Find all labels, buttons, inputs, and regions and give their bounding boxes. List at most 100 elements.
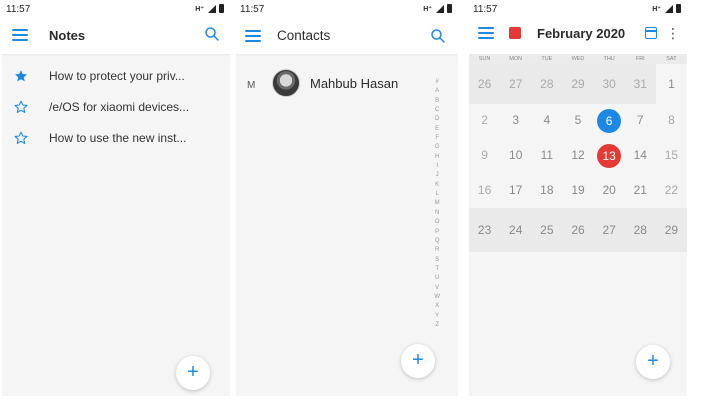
- calendar-day[interactable]: 10: [500, 138, 531, 173]
- calendar-day[interactable]: 9: [469, 138, 500, 173]
- list-item[interactable]: How to use the new inst...: [2, 124, 230, 155]
- list-item[interactable]: /e/OS for xiaomi devices...: [2, 93, 230, 124]
- alphabet-index-letter[interactable]: A: [435, 87, 439, 96]
- weekday-label: SAT: [666, 56, 677, 62]
- alphabet-index[interactable]: # A B C D E F G H I J K L M N O P Q R S T U V W X Y Z: [434, 78, 440, 330]
- weekday-label: WED: [571, 56, 585, 62]
- alphabet-index-letter[interactable]: P: [435, 228, 439, 237]
- menu-icon[interactable]: [12, 29, 28, 41]
- search-icon[interactable]: [430, 28, 446, 44]
- alphabet-index-letter[interactable]: B: [435, 97, 439, 106]
- calendar-day[interactable]: 11: [531, 138, 562, 173]
- alphabet-index-letter[interactable]: E: [435, 125, 439, 134]
- calendar-day[interactable]: 27: [500, 64, 532, 104]
- signal-icon: [665, 4, 673, 13]
- calendar-day[interactable]: 26: [562, 208, 593, 252]
- calendar-day[interactable]: 16: [469, 173, 500, 208]
- alphabet-index-letter[interactable]: T: [435, 265, 439, 274]
- calendar-day[interactable]: 28: [625, 208, 656, 252]
- menu-icon[interactable]: [478, 27, 494, 39]
- calendar-day[interactable]: 17: [500, 173, 531, 208]
- status-bar: 11:57 H⁺: [236, 0, 458, 18]
- alphabet-index-letter[interactable]: J: [436, 171, 439, 180]
- calendar-day[interactable]: 12: [562, 138, 593, 173]
- list-item[interactable]: How to protect your priv...: [2, 62, 230, 93]
- alphabet-index-letter[interactable]: L: [435, 190, 438, 199]
- page-title: Notes: [49, 28, 86, 43]
- calendar-day[interactable]: 30: [593, 64, 625, 104]
- alphabet-index-letter[interactable]: N: [435, 209, 439, 218]
- star-outline-icon[interactable]: [14, 100, 28, 114]
- menu-icon[interactable]: [245, 30, 261, 42]
- alphabet-index-letter[interactable]: M: [435, 199, 440, 208]
- calendar-day[interactable]: 14: [625, 138, 656, 173]
- alphabet-index-letter[interactable]: Y: [435, 312, 439, 321]
- alphabet-index-letter[interactable]: H: [435, 153, 439, 162]
- calendar-day[interactable]: 13: [594, 138, 625, 173]
- calendar-day[interactable]: 23: [469, 208, 500, 252]
- star-filled-icon[interactable]: [14, 69, 28, 83]
- calendar-day[interactable]: 3: [500, 103, 531, 138]
- add-event-button[interactable]: +: [636, 345, 670, 379]
- alphabet-index-letter[interactable]: G: [435, 143, 440, 152]
- calendar-today-icon[interactable]: [645, 27, 657, 39]
- alphabet-index-letter[interactable]: F: [435, 134, 439, 143]
- calendar-color-icon[interactable]: [509, 27, 521, 39]
- status-time: 11:57: [240, 4, 265, 15]
- calendar-app-bar: February 2020 ⋮: [469, 18, 687, 54]
- calendar-day[interactable]: 6: [594, 103, 625, 138]
- alphabet-index-letter[interactable]: D: [435, 115, 439, 124]
- calendar-day[interactable]: 8: [656, 103, 687, 138]
- alphabet-index-letter[interactable]: Z: [435, 321, 439, 330]
- today-marker: 13: [597, 143, 622, 168]
- calendar-day[interactable]: 29: [562, 64, 594, 104]
- note-title: How to use the new inst...: [49, 131, 187, 145]
- calendar-day[interactable]: 5: [562, 103, 593, 138]
- alphabet-index-letter[interactable]: #: [435, 78, 438, 87]
- alphabet-index-letter[interactable]: Q: [435, 237, 440, 246]
- alphabet-index-letter[interactable]: R: [435, 246, 439, 255]
- weekday-label: SUN: [478, 56, 491, 62]
- calendar-day[interactable]: 26: [469, 64, 501, 104]
- alphabet-index-letter[interactable]: O: [435, 218, 440, 227]
- battery-icon: [676, 4, 681, 13]
- alphabet-index-letter[interactable]: S: [435, 256, 439, 265]
- more-options-icon[interactable]: ⋮: [666, 25, 680, 41]
- alphabet-index-letter[interactable]: K: [435, 181, 439, 190]
- calendar-day[interactable]: 22: [656, 173, 687, 208]
- weekday-label: TUE: [541, 56, 553, 62]
- calendar-week-row: 16 17 18 19 20 21 22: [469, 173, 687, 208]
- alphabet-index-letter[interactable]: X: [435, 302, 439, 311]
- search-icon[interactable]: [204, 26, 220, 42]
- calendar-day[interactable]: 18: [531, 173, 562, 208]
- calendar-day[interactable]: 28: [531, 64, 563, 104]
- calendar-day[interactable]: 24: [500, 208, 531, 252]
- contacts-app-bar: Contacts: [236, 18, 458, 54]
- calendar-day[interactable]: 2: [469, 103, 500, 138]
- calendar-day[interactable]: 21: [625, 173, 656, 208]
- calendar-day[interactable]: 29: [656, 208, 687, 252]
- contact-row[interactable]: Mahbub Hasan: [272, 69, 432, 99]
- alphabet-index-letter[interactable]: V: [435, 284, 439, 293]
- alphabet-index-letter[interactable]: C: [435, 106, 439, 115]
- alphabet-index-letter[interactable]: I: [436, 162, 438, 171]
- battery-icon: [219, 4, 224, 13]
- notes-app-bar: Notes: [2, 18, 230, 54]
- calendar-day[interactable]: 1: [656, 64, 687, 104]
- calendar-day[interactable]: 7: [625, 103, 656, 138]
- add-contact-button[interactable]: +: [401, 344, 435, 378]
- network-indicator: H⁺: [652, 5, 661, 13]
- calendar-day[interactable]: 31: [624, 64, 656, 104]
- calendar-day[interactable]: 15: [656, 138, 687, 173]
- calendar-day[interactable]: 4: [531, 103, 562, 138]
- calendar-day[interactable]: 19: [562, 173, 593, 208]
- alphabet-index-letter[interactable]: W: [434, 293, 440, 302]
- star-outline-icon[interactable]: [14, 131, 28, 145]
- signal-icon: [208, 4, 216, 13]
- month-title[interactable]: February 2020: [537, 26, 625, 41]
- calendar-day[interactable]: 20: [594, 173, 625, 208]
- calendar-day[interactable]: 25: [531, 208, 562, 252]
- alphabet-index-letter[interactable]: U: [435, 274, 439, 283]
- calendar-day[interactable]: 27: [594, 208, 625, 252]
- add-note-button[interactable]: +: [176, 356, 210, 390]
